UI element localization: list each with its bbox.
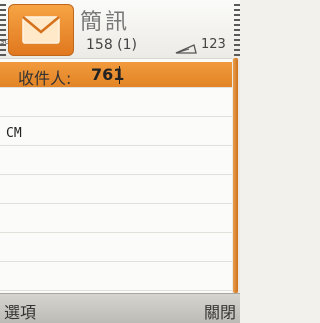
softkey-bar: 選項 關閉 xyxy=(0,293,240,323)
envelope-icon xyxy=(8,4,74,56)
character-counter: 158 (1) xyxy=(86,37,138,53)
recipient-field[interactable]: 收件人: 761 xyxy=(0,62,232,88)
message-editor[interactable]: 收件人: 761 CM xyxy=(0,58,232,294)
signal-strength-indicator xyxy=(0,4,6,56)
recipient-label: 收件人: xyxy=(18,69,72,88)
envelope-tilted-icon xyxy=(174,40,198,59)
app-title: 簡訊 xyxy=(80,10,131,35)
page-number: 123 xyxy=(201,37,226,52)
options-softkey[interactable]: 選項 xyxy=(4,299,36,323)
text-cursor xyxy=(119,66,120,84)
close-softkey[interactable]: 關閉 xyxy=(204,299,236,323)
message-body[interactable]: CM xyxy=(6,126,22,141)
scrollbar-thumb[interactable] xyxy=(233,58,238,293)
status-header: 3G 簡訊 158 (1) 123 xyxy=(0,0,240,58)
battery-indicator xyxy=(234,4,240,56)
